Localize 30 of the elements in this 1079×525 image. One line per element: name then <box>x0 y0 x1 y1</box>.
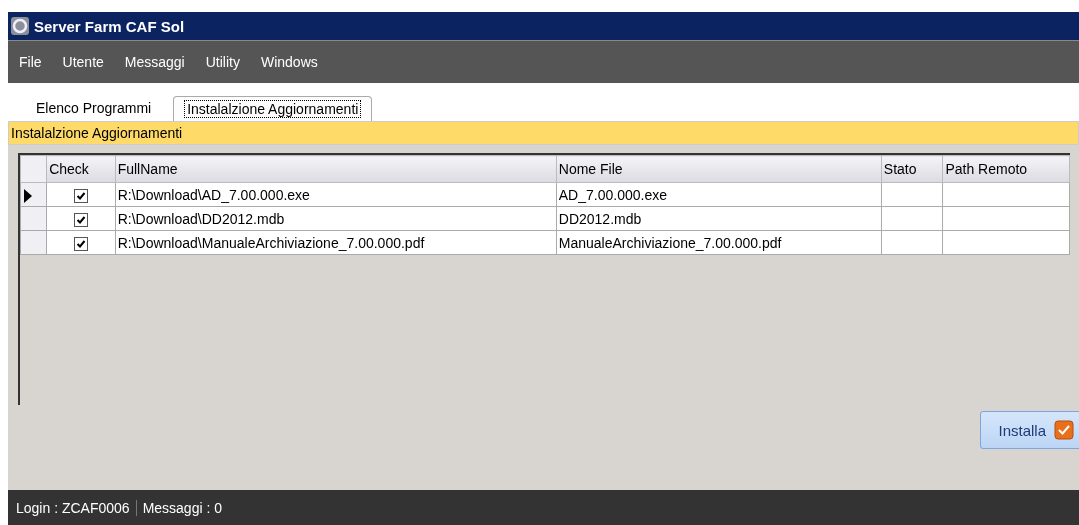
install-button[interactable]: Installa <box>980 411 1079 449</box>
tab[interactable]: Instalalzione Aggiornamenti <box>173 96 373 121</box>
menu-item[interactable]: Utility <box>205 54 240 70</box>
menu-item[interactable]: Utente <box>62 54 104 70</box>
window-title: Server Farm CAF Sol <box>34 17 185 35</box>
checkbox[interactable] <box>73 236 88 251</box>
table-cell: ManualeArchiviazione_7.00.000.pdf <box>556 230 882 255</box>
app-logo-icon <box>10 16 30 36</box>
status-text: Messaggi : 0 <box>141 499 223 516</box>
row-header[interactable] <box>20 182 47 207</box>
column-header[interactable]: FullName <box>115 155 557 183</box>
table-cell: R:\Download\ManualeArchiviazione_7.00.000.pdf <box>115 230 557 255</box>
panel-header: Instalalzione Aggiornamenti <box>8 121 1079 145</box>
status-text: Login : ZCAF0006 <box>10 499 137 516</box>
checkbox[interactable] <box>73 188 88 203</box>
table-cell: R:\Download\DD2012.mdb <box>115 206 557 231</box>
table-cell: R:\Download\AD_7.00.000.exe <box>115 182 557 207</box>
column-header[interactable]: Stato <box>881 155 943 183</box>
column-header[interactable]: Nome File <box>556 155 882 183</box>
menu-item[interactable]: Windows <box>260 54 318 70</box>
table-cell: DD2012.mdb <box>556 206 882 231</box>
menu-item[interactable]: Messaggi <box>124 54 185 70</box>
table-cell: AD_7.00.000.exe <box>556 182 882 207</box>
column-header[interactable]: Path Remoto <box>942 155 1070 183</box>
menu-item[interactable]: File <box>19 54 42 70</box>
column-header[interactable]: Check <box>46 155 116 183</box>
corner-cell <box>20 155 47 183</box>
checkbox[interactable] <box>73 212 88 227</box>
tab[interactable]: Elenco Programmi <box>14 95 174 121</box>
checkmark-icon <box>1054 420 1074 440</box>
